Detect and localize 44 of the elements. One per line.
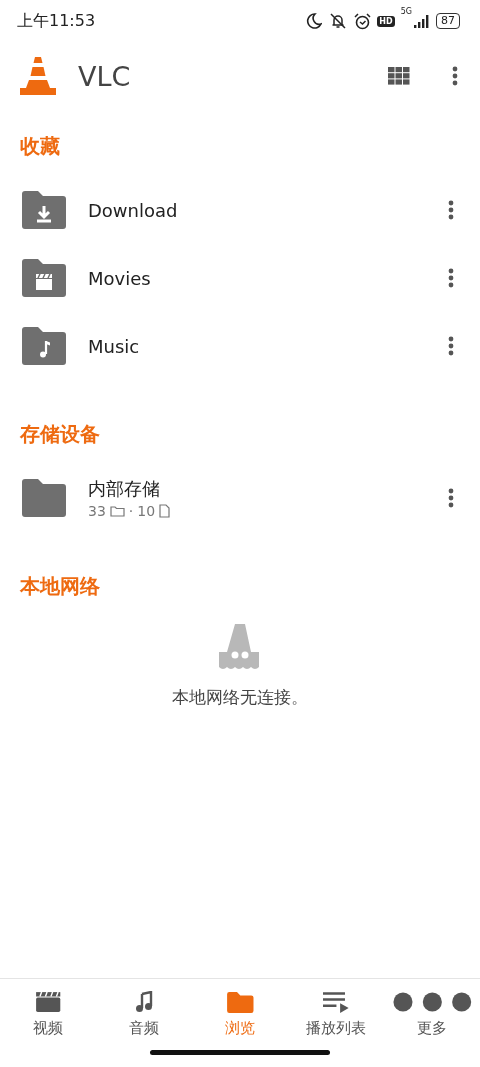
more-options-icon[interactable] (448, 268, 454, 288)
clock-time: 上午11:53 (17, 10, 97, 32)
section-title: 本地网络 (19, 573, 101, 600)
folder-item[interactable]: Music (0, 312, 480, 380)
item-count: 33 · 10 (88, 503, 428, 519)
clapperboard-icon (34, 991, 62, 1013)
music-note-icon (134, 991, 154, 1013)
more-options-icon[interactable] (448, 488, 454, 508)
grid-view-icon[interactable] (388, 67, 410, 85)
section-title: 存储设备 (19, 421, 101, 448)
nav-tab[interactable]: 音频 (96, 991, 192, 1038)
more-options-icon[interactable] (452, 66, 458, 86)
empty-state-message: 本地网络无连接。 (172, 686, 308, 709)
signal-icon (414, 14, 430, 28)
file-outline-icon (159, 504, 171, 518)
alarm-clock-icon (354, 12, 372, 30)
folder-name: 内部存储 (88, 477, 161, 501)
folder-icon (225, 991, 255, 1013)
folder-item[interactable]: Movies (0, 244, 480, 312)
more-icon (391, 991, 473, 1013)
folder-item[interactable]: 内部存储 33 · 10 (0, 464, 480, 532)
nav-tab[interactable]: 更多 (384, 991, 480, 1038)
nav-tab[interactable]: 视频 (0, 991, 96, 1038)
playlist-icon (322, 991, 350, 1013)
folder-clapperboard-icon (20, 258, 68, 298)
folder-music-icon (20, 326, 68, 366)
folder-item[interactable]: Download (0, 176, 480, 244)
traffic-cone-logo (20, 56, 56, 96)
section-title: 收藏 (19, 133, 61, 160)
folder-name: Download (88, 199, 179, 221)
network-type: 5G (400, 6, 412, 16)
moon-icon (306, 13, 323, 29)
folder-name: Music (88, 335, 141, 357)
battery-level: 87 (436, 13, 460, 29)
hd-badge: HD (377, 15, 395, 27)
folder-icon (20, 478, 68, 518)
app-title: VLC (78, 60, 132, 92)
folder-outline-icon (109, 505, 125, 517)
more-options-icon[interactable] (448, 200, 454, 220)
ghost-cone-icon (219, 622, 261, 672)
nav-tab[interactable]: 播放列表 (288, 991, 384, 1038)
folder-download-icon (20, 190, 68, 230)
more-options-icon[interactable] (448, 336, 454, 356)
folder-name: Movies (88, 267, 152, 289)
